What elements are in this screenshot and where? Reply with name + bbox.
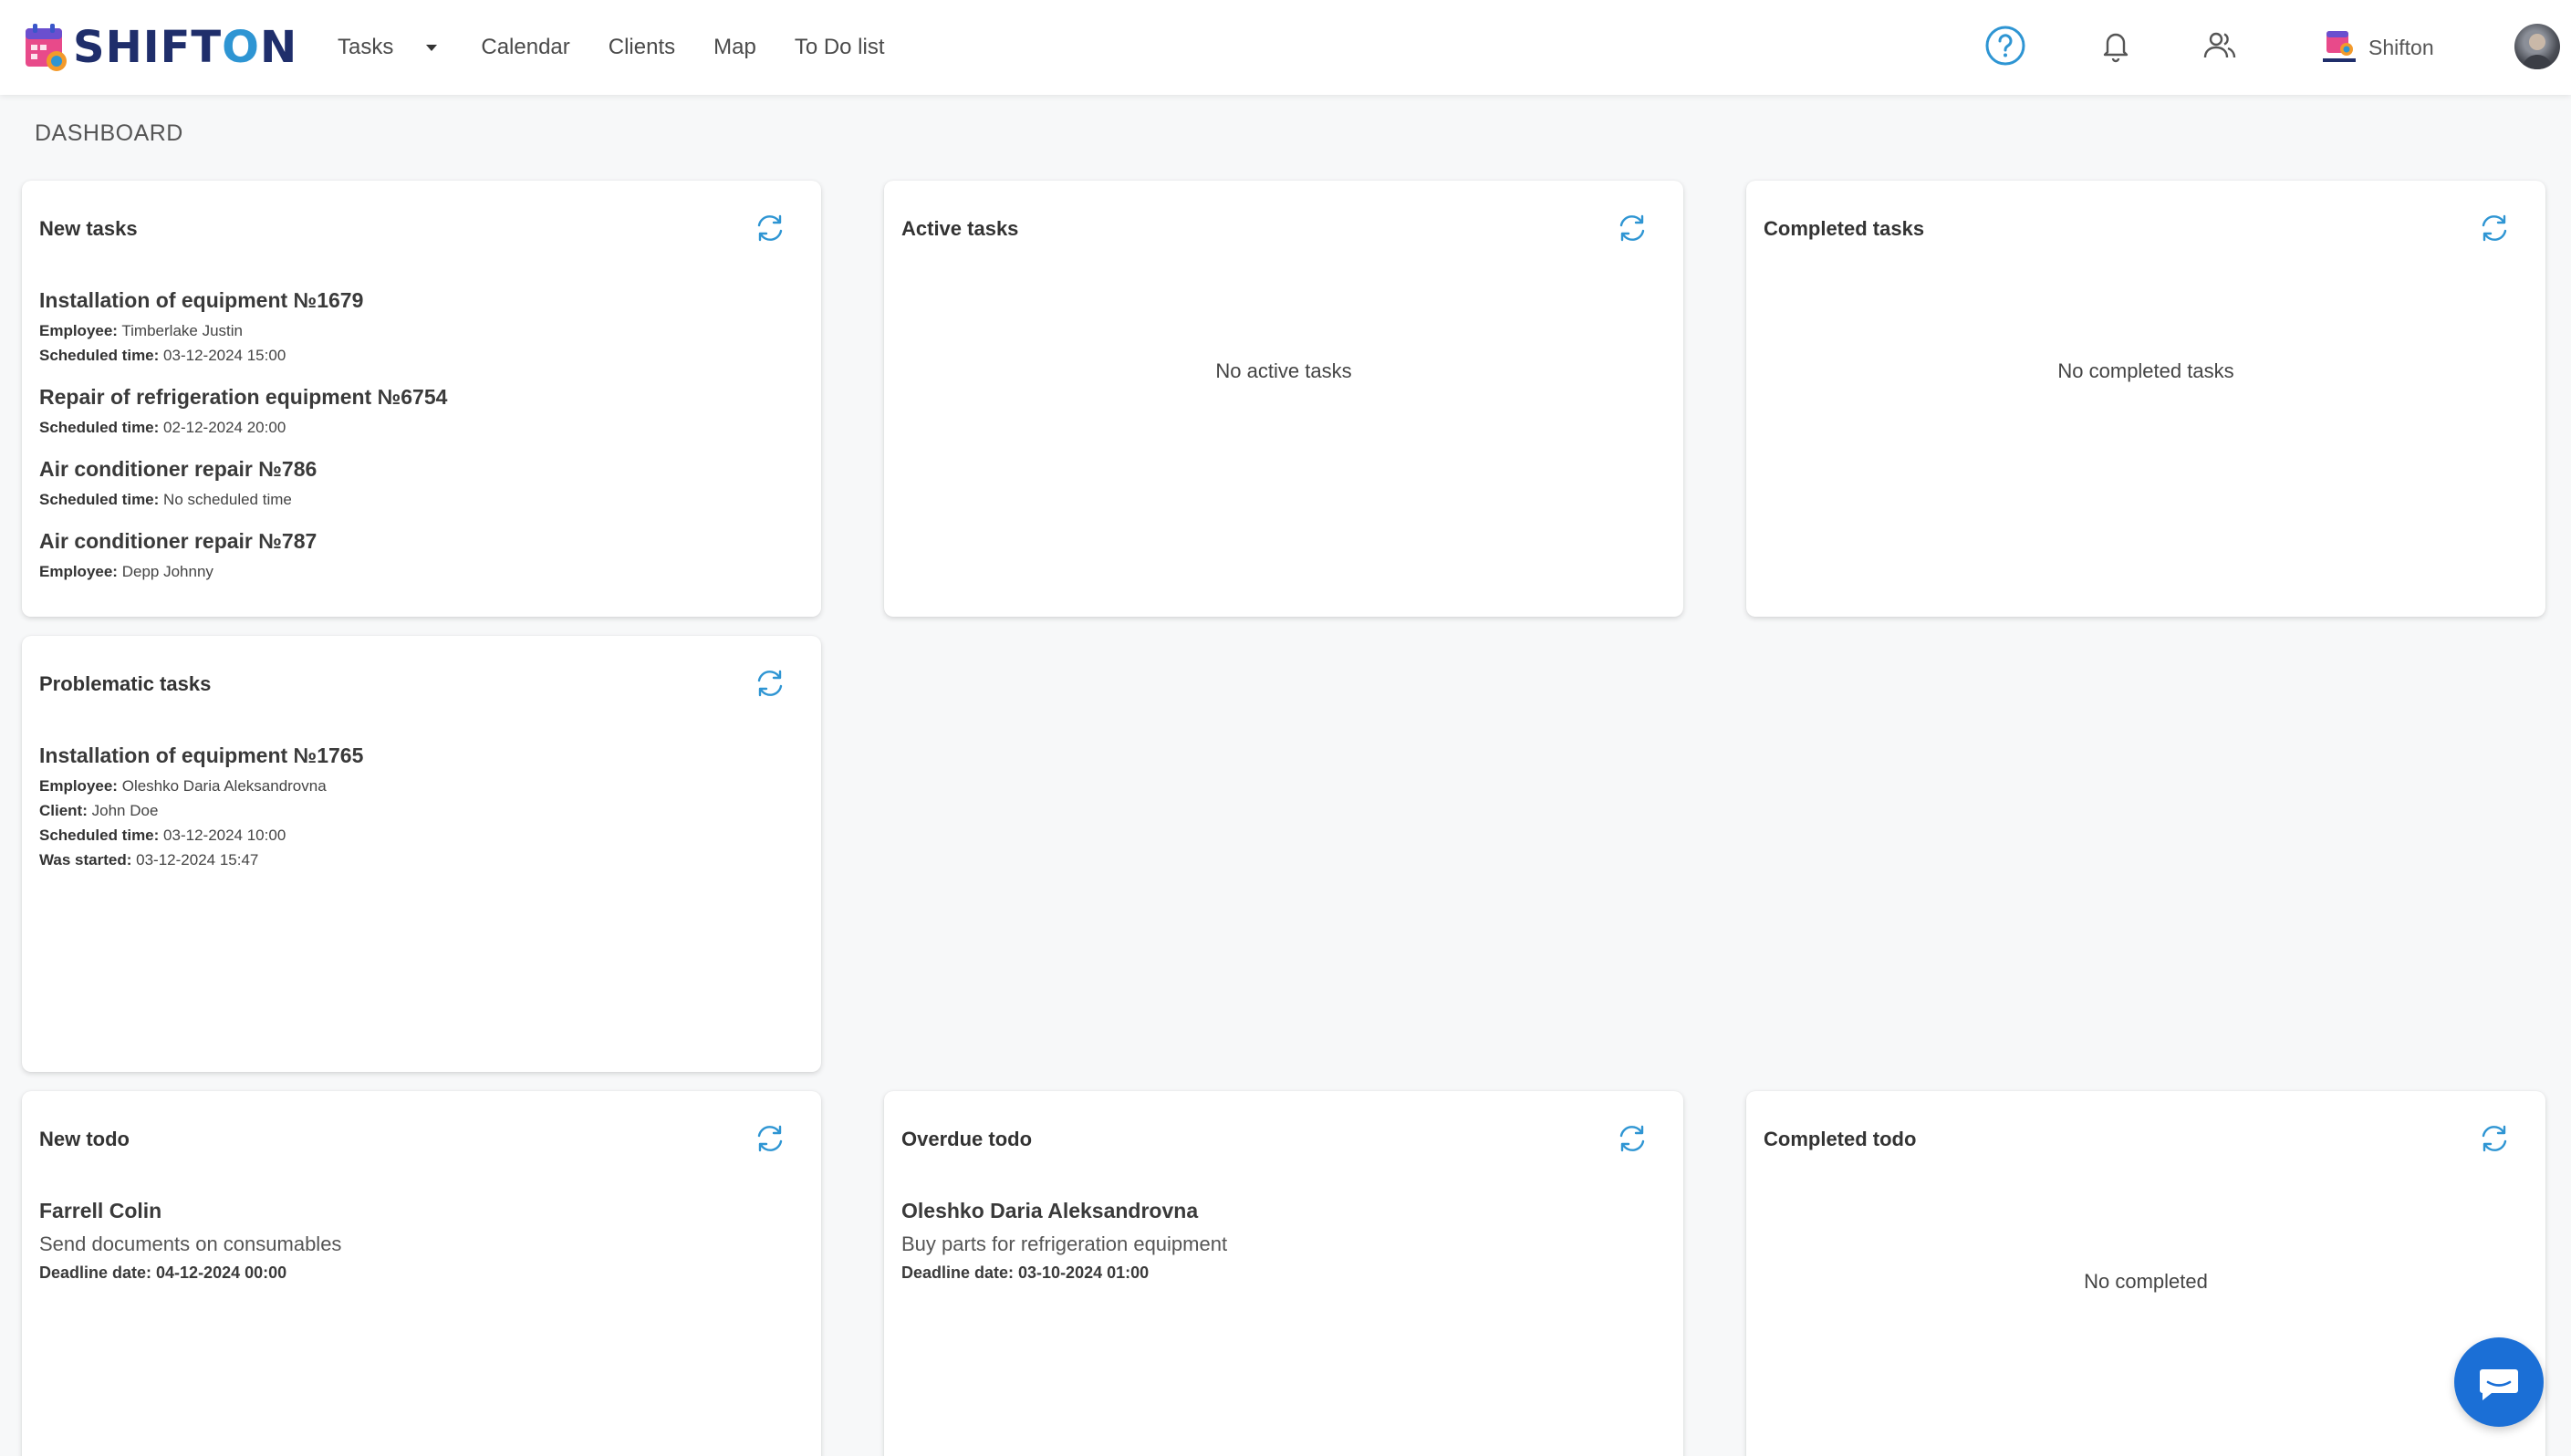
card-title: New tasks <box>39 217 138 241</box>
help-icon[interactable] <box>1984 25 2026 67</box>
users-icon[interactable] <box>2199 25 2241 67</box>
task-detail: Scheduled time: 03-12-2024 10:00 <box>39 823 804 848</box>
task-detail: Employee: Oleshko Daria Aleksandrovna <box>39 774 804 798</box>
user-photo-icon <box>2514 24 2560 69</box>
task-detail: Employee: Timberlake Justin <box>39 318 804 343</box>
task-detail: Scheduled time: 02-12-2024 20:00 <box>39 415 804 440</box>
page-title: DASHBOARD <box>35 120 183 147</box>
bell-icon[interactable] <box>2095 25 2137 67</box>
account-name: Shifton <box>2368 36 2434 60</box>
task-title: Air conditioner repair №787 <box>39 529 804 554</box>
card-title: Active tasks <box>901 217 1018 241</box>
account-switcher[interactable]: Shifton <box>2321 26 2434 69</box>
chat-icon <box>2475 1358 2523 1406</box>
refresh-icon[interactable] <box>1616 212 1649 244</box>
list-item[interactable]: Air conditioner repair №786 Scheduled ti… <box>39 457 804 512</box>
list-item[interactable]: Repair of refrigeration equipment №6754 … <box>39 385 804 440</box>
task-list: Installation of equipment №1765 Employee… <box>39 744 804 889</box>
card-title: Overdue todo <box>901 1128 1032 1151</box>
refresh-icon[interactable] <box>754 667 786 700</box>
chevron-down-icon[interactable] <box>426 45 437 51</box>
active-tasks-card: Active tasks No active tasks <box>884 181 1683 617</box>
todo-description: Send documents on consumables <box>39 1232 804 1256</box>
overdue-todo-card: Overdue todo Oleshko Daria Aleksandrovna… <box>884 1091 1683 1456</box>
top-header: SHIFTON Tasks Calendar Clients Map To Do… <box>0 0 2571 95</box>
nav-calendar[interactable]: Calendar <box>481 35 569 60</box>
company-logo-icon <box>2321 27 2358 68</box>
task-title: Air conditioner repair №786 <box>39 457 804 482</box>
list-item[interactable]: Air conditioner repair №787 Employee: De… <box>39 529 804 584</box>
task-detail: Client: John Doe <box>39 798 804 823</box>
avatar[interactable] <box>2514 24 2560 69</box>
todo-description: Buy parts for refrigeration equipment <box>901 1232 1666 1256</box>
nav-todo-list[interactable]: To Do list <box>795 35 885 60</box>
main-nav: Tasks Calendar Clients Map To Do list <box>338 0 923 95</box>
task-title: Installation of equipment №1679 <box>39 288 804 313</box>
list-item[interactable]: Installation of equipment №1679 Employee… <box>39 288 804 368</box>
card-title: Completed tasks <box>1764 217 1924 241</box>
task-detail: Employee: Depp Johnny <box>39 559 804 584</box>
refresh-icon[interactable] <box>2478 1122 2511 1155</box>
todo-item[interactable]: Oleshko Daria Aleksandrovna Buy parts fo… <box>901 1199 1666 1283</box>
refresh-icon[interactable] <box>1616 1122 1649 1155</box>
logo-wordmark: SHIFTON <box>73 22 297 73</box>
scroll-fade <box>22 584 821 617</box>
task-list: Installation of equipment №1679 Employee… <box>39 288 804 601</box>
card-title: Completed todo <box>1764 1128 1916 1151</box>
todo-assignee: Oleshko Daria Aleksandrovna <box>901 1199 1666 1223</box>
refresh-icon[interactable] <box>754 212 786 244</box>
nav-map[interactable]: Map <box>713 35 756 60</box>
card-title: New todo <box>39 1128 130 1151</box>
problematic-tasks-card: Problematic tasks Installation of equipm… <box>22 636 821 1072</box>
chat-button[interactable] <box>2454 1337 2544 1427</box>
completed-todo-card: Completed todo No completed <box>1746 1091 2545 1456</box>
empty-state: No active tasks <box>884 359 1683 383</box>
calendar-logo-icon <box>24 23 68 72</box>
todo-item[interactable]: Farrell Colin Send documents on consumab… <box>39 1199 804 1283</box>
nav-tasks-label: Tasks <box>338 35 393 60</box>
empty-state: No completed tasks <box>1746 359 2545 383</box>
task-title: Repair of refrigeration equipment №6754 <box>39 385 804 410</box>
todo-assignee: Farrell Colin <box>39 1199 804 1223</box>
todo-deadline: Deadline date: 03-10-2024 01:00 <box>901 1264 1666 1283</box>
empty-state: No completed <box>1746 1270 2545 1294</box>
new-tasks-card: New tasks Installation of equipment №167… <box>22 181 821 617</box>
shifton-logo[interactable]: SHIFTON <box>24 22 297 73</box>
nav-clients[interactable]: Clients <box>609 35 675 60</box>
completed-tasks-card: Completed tasks No completed tasks <box>1746 181 2545 617</box>
task-title: Installation of equipment №1765 <box>39 744 804 768</box>
refresh-icon[interactable] <box>754 1122 786 1155</box>
task-detail: Scheduled time: No scheduled time <box>39 487 804 512</box>
list-item[interactable]: Installation of equipment №1765 Employee… <box>39 744 804 872</box>
refresh-icon[interactable] <box>2478 212 2511 244</box>
new-todo-card: New todo Farrell Colin Send documents on… <box>22 1091 821 1456</box>
todo-deadline: Deadline date: 04-12-2024 00:00 <box>39 1264 804 1283</box>
nav-tasks[interactable]: Tasks <box>338 35 437 60</box>
task-detail: Scheduled time: 03-12-2024 15:00 <box>39 343 804 368</box>
task-detail: Was started: 03-12-2024 15:47 <box>39 848 804 872</box>
card-title: Problematic tasks <box>39 672 211 696</box>
